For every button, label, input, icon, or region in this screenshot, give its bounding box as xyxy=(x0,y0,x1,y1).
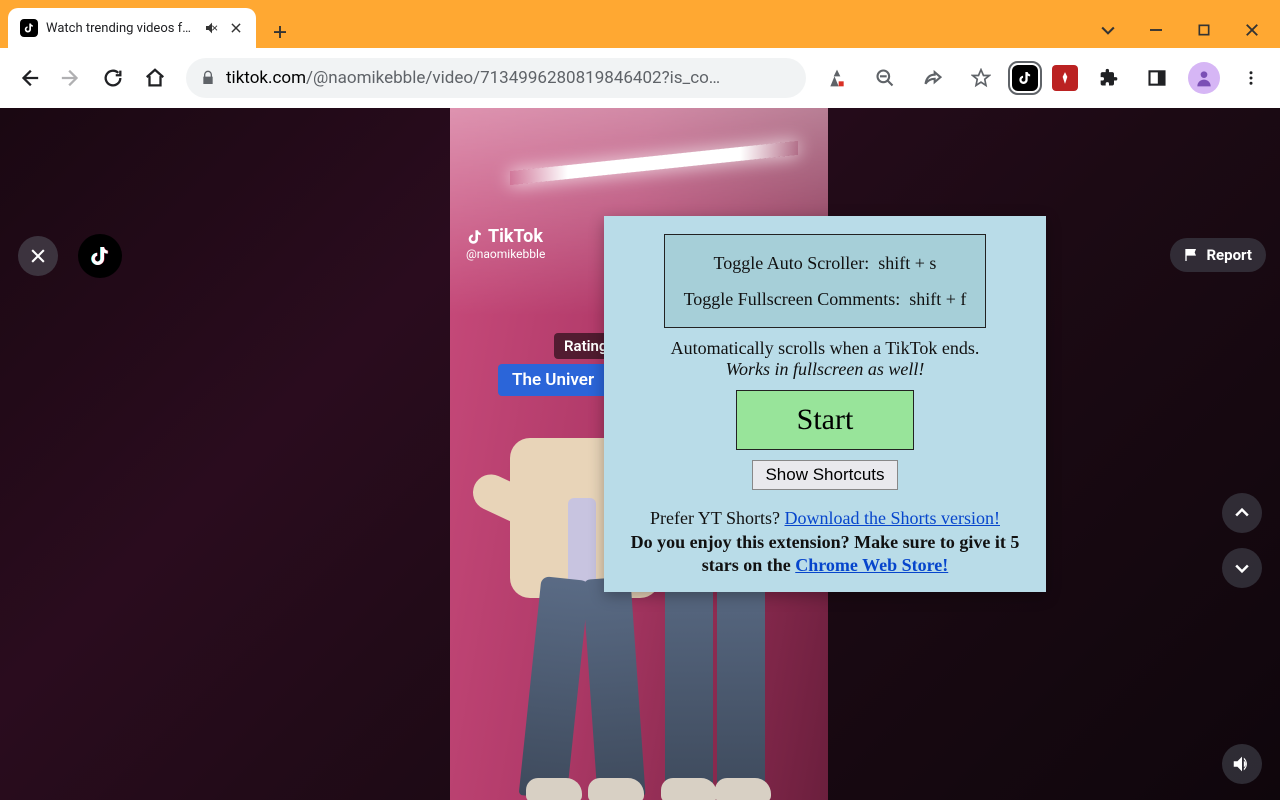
translate-icon[interactable] xyxy=(820,61,854,95)
next-video-button[interactable] xyxy=(1222,548,1262,588)
zoom-icon[interactable] xyxy=(868,61,902,95)
lock-icon xyxy=(200,70,216,86)
tiktok-watermark: TikTok @naomikebble xyxy=(466,226,545,261)
report-button[interactable]: Report xyxy=(1170,238,1266,272)
shortcut-row: Toggle Auto Scroller: shift + s xyxy=(673,245,977,281)
tab-mute-icon[interactable] xyxy=(204,20,220,36)
tiktok-favicon-icon xyxy=(20,19,38,37)
address-bar[interactable]: tiktok.com/@naomikebble/video/7134996280… xyxy=(186,58,806,98)
url-text: tiktok.com/@naomikebble/video/7134996280… xyxy=(226,68,720,88)
start-button[interactable]: Start xyxy=(736,390,915,450)
video-viewer: TikTok @naomikebble Rating The Univer Re… xyxy=(0,108,1280,800)
new-tab-button[interactable] xyxy=(270,22,290,42)
browser-chrome: Watch trending videos for yo xyxy=(0,0,1280,108)
show-shortcuts-button[interactable]: Show Shortcuts xyxy=(752,460,897,490)
bookmark-icon[interactable] xyxy=(964,61,998,95)
close-video-button[interactable] xyxy=(18,236,58,276)
window-controls xyxy=(1096,8,1280,42)
reload-button[interactable] xyxy=(96,61,130,95)
extensions-puzzle-icon[interactable] xyxy=(1092,61,1126,95)
chrome-menu-button[interactable] xyxy=(1234,61,1268,95)
tabs-area: Watch trending videos for yo xyxy=(0,8,290,48)
extension-tiktok-scroller-icon[interactable] xyxy=(1012,65,1038,91)
window-minimize-button[interactable] xyxy=(1144,18,1168,42)
tiktok-logo-disc[interactable] xyxy=(78,234,122,278)
window-caret-icon[interactable] xyxy=(1096,18,1120,42)
popup-note: Works in fullscreen as well! xyxy=(620,359,1030,380)
browser-tab[interactable]: Watch trending videos for yo xyxy=(8,8,256,48)
profile-avatar[interactable] xyxy=(1188,62,1220,94)
shortcuts-box: Toggle Auto Scroller: shift + s Toggle F… xyxy=(664,234,986,328)
sidepanel-icon[interactable] xyxy=(1140,61,1174,95)
tab-title: Watch trending videos for yo xyxy=(46,21,196,36)
video-badge-university: The Univer xyxy=(498,364,608,396)
popup-rate-text: Do you enjoy this extension? Make sure t… xyxy=(620,531,1030,578)
share-icon[interactable] xyxy=(916,61,950,95)
shorts-link[interactable]: Download the Shorts version! xyxy=(785,508,1000,528)
toolbar-actions xyxy=(820,61,1268,95)
titlebar: Watch trending videos for yo xyxy=(0,0,1280,48)
back-button[interactable] xyxy=(12,61,46,95)
extension-red-icon[interactable] xyxy=(1052,65,1078,91)
window-maximize-button[interactable] xyxy=(1192,18,1216,42)
window-close-button[interactable] xyxy=(1240,18,1264,42)
home-button[interactable] xyxy=(138,61,172,95)
popup-description: Automatically scrolls when a TikTok ends… xyxy=(620,338,1030,359)
forward-button[interactable] xyxy=(54,61,88,95)
shortcut-row: Toggle Fullscreen Comments: shift + f xyxy=(673,281,977,317)
tab-close-icon[interactable] xyxy=(228,20,244,36)
webstore-link[interactable]: Chrome Web Store! xyxy=(795,555,948,575)
toolbar: tiktok.com/@naomikebble/video/7134996280… xyxy=(0,48,1280,108)
popup-prefer-text: Prefer YT Shorts? Download the Shorts ve… xyxy=(620,508,1030,529)
flag-icon xyxy=(1184,247,1200,263)
prev-video-button[interactable] xyxy=(1222,493,1262,533)
sound-button[interactable] xyxy=(1222,744,1262,784)
extension-popup: Toggle Auto Scroller: shift + s Toggle F… xyxy=(604,216,1046,592)
